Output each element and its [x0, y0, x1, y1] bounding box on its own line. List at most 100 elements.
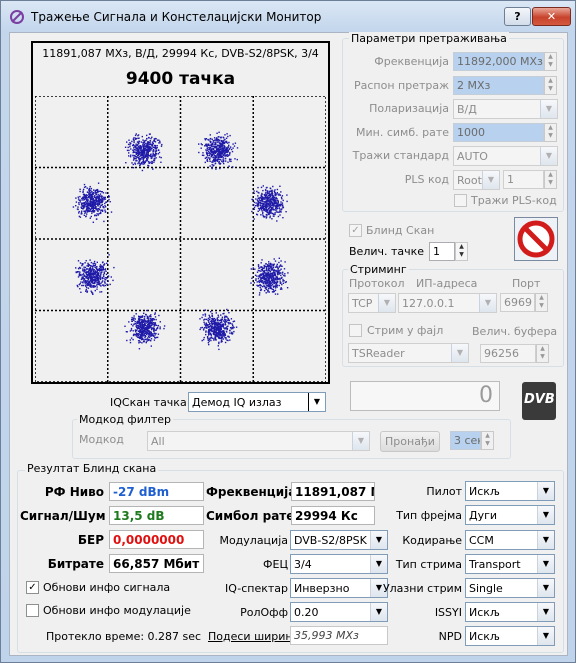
chevron-down-icon: ▼	[537, 506, 554, 524]
point-size-spin[interactable]: ▲ ▼	[455, 242, 468, 261]
frequency-label: Фреквенција	[374, 55, 449, 68]
frame-type-value: Дуги	[469, 509, 498, 522]
help-button[interactable]: ?	[504, 7, 531, 26]
npd-value: Искљ	[469, 630, 500, 643]
frame-type-label: Тип фрејма	[396, 509, 462, 522]
modcod-select[interactable]: All ▼	[147, 431, 370, 451]
result-frequency-value: 11891,087 MXз	[291, 482, 375, 501]
refresh-signal-checkbox[interactable]: ✓	[26, 581, 39, 594]
coding-select[interactable]: CCM ▼	[465, 530, 555, 550]
pilot-value: Искљ	[469, 485, 500, 498]
rf-level-label: РФ Ниво	[44, 485, 104, 499]
iq-scan-label: IQСкан тачка	[110, 396, 187, 409]
stream-to-file-checkbox[interactable]	[349, 324, 362, 337]
snr-value: 13,5 dB	[109, 506, 204, 525]
modcod-value: All	[151, 435, 165, 448]
constellation-plot	[35, 96, 326, 382]
stream-type-value: Transport	[469, 558, 521, 571]
blind-scan-checkbox[interactable]: ✓	[349, 224, 362, 237]
iq-scan-select[interactable]: Демод IQ излаз ▼	[188, 392, 326, 412]
coding-label: Кодирање	[402, 534, 462, 547]
pilot-select[interactable]: Искљ ▼	[465, 481, 555, 501]
buffer-label: Велич. буфера	[472, 325, 558, 338]
result-frequency-label: Фреквенција	[206, 485, 297, 499]
close-button[interactable]: ✕	[532, 7, 571, 26]
min-symrate-spin[interactable]: ▲ ▼	[544, 123, 557, 142]
bitrate-label: Битрате	[47, 557, 104, 571]
pls-code-input[interactable]: 1	[503, 170, 544, 189]
input-stream-select[interactable]: Single ▼	[465, 578, 555, 598]
reader-value: TSReader	[352, 347, 405, 360]
chevron-down-icon: ▼	[479, 294, 496, 312]
title-bar[interactable]: Тражење Сигнала и Констелацијски Монитор…	[1, 1, 575, 31]
ip-select[interactable]: 127.0.0.1 ▼	[398, 293, 497, 313]
frame-type-select[interactable]: Дуги ▼	[465, 505, 555, 525]
refresh-mod-checkbox[interactable]	[26, 604, 39, 617]
chevron-down-icon: ▼	[352, 432, 369, 450]
issyi-value: Искљ	[469, 606, 500, 619]
counter-display: 0	[350, 381, 500, 411]
span-spin[interactable]: ▲ ▼	[544, 76, 557, 95]
stop-button[interactable]	[514, 217, 558, 261]
issyi-select[interactable]: Искљ ▼	[465, 602, 555, 622]
span-input[interactable]: 2 MXз	[453, 76, 544, 95]
refresh-mod-label: Обнови инфо модулације	[43, 604, 191, 617]
counter-value: 0	[479, 383, 493, 408]
app-icon	[10, 10, 24, 24]
frequency-spin[interactable]: ▲ ▼	[544, 52, 557, 71]
buffer-input[interactable]: 96256	[480, 344, 536, 363]
fec-select[interactable]: 3/4 ▼	[290, 554, 388, 574]
iq-spectrum-select[interactable]: Инверзно ▼	[290, 578, 388, 598]
stream-type-label: Тип стрима	[395, 558, 462, 571]
seconds-input[interactable]: 3 сек	[450, 431, 481, 450]
reader-select[interactable]: TSReader ▼	[348, 343, 469, 363]
search-pls-checkbox[interactable]	[454, 194, 467, 207]
min-symrate-input[interactable]: 1000	[453, 123, 544, 142]
modulation-label: Модулација	[219, 534, 288, 547]
port-input[interactable]: 6969	[500, 293, 535, 312]
ber-label: БЕР	[77, 533, 104, 547]
search-pls-label: Тражи PLS-код	[471, 194, 557, 207]
modulation-select[interactable]: DVB-S2/8PSK ▼	[290, 530, 388, 550]
chevron-down-icon: ▼	[537, 579, 554, 597]
chevron-down-icon: ▼	[370, 555, 387, 573]
chevron-down-icon: ▼	[537, 482, 554, 500]
find-button[interactable]: Пронађи	[380, 431, 440, 452]
pls-code-spin[interactable]: ▲ ▼	[544, 170, 557, 189]
search-params-title: Параметри претраживања	[349, 32, 509, 45]
pilot-label: Пилот	[426, 485, 462, 498]
polarization-select[interactable]: В/Д ▼	[453, 99, 558, 119]
rolloff-label: РолОфф	[240, 606, 288, 619]
npd-label: NPD	[438, 630, 462, 643]
snr-label: Сигнал/Шум	[20, 509, 106, 523]
ip-label: ИП-адреса	[416, 277, 478, 290]
protocol-label: Протокол	[349, 277, 405, 290]
issyi-label: ISSYI	[434, 606, 462, 619]
port-spin[interactable]: ▲ ▼	[535, 293, 548, 312]
ip-value: 127.0.0.1	[402, 297, 455, 310]
chevron-down-icon: ▼	[451, 344, 468, 362]
span-label: Распон претраж	[353, 79, 449, 92]
standard-select[interactable]: AUTO ▼	[453, 146, 558, 166]
chevron-down-icon: ▼	[537, 627, 554, 645]
client-area: 11891,087 MXз, В/Д, 29994 Кс, DVB-S2/8PS…	[9, 32, 568, 656]
frequency-input[interactable]: 11892,000 MXз	[453, 52, 544, 71]
pls-mode-select[interactable]: Root ▼	[453, 170, 500, 190]
standard-label: Тражи стандард	[352, 149, 449, 162]
buffer-spin[interactable]: ▲ ▼	[536, 344, 549, 363]
npd-select[interactable]: Искљ ▼	[465, 626, 555, 646]
iq-spectrum-label: IQ-спектар	[225, 582, 288, 595]
result-symrate-value: 29994 Кс	[291, 506, 375, 525]
chevron-down-icon: ▼	[537, 531, 554, 549]
protocol-select[interactable]: TCP ▼	[348, 293, 396, 313]
adjust-width-link[interactable]: Подеси ширину	[208, 630, 299, 643]
rf-level-value: -27 dBm	[109, 482, 204, 501]
stream-type-select[interactable]: Transport ▼	[465, 554, 555, 574]
point-size-input[interactable]: 1	[429, 242, 455, 261]
seconds-spin[interactable]: ▲ ▼	[481, 431, 494, 450]
rolloff-select[interactable]: 0.20 ▼	[290, 602, 388, 622]
protocol-value: TCP	[352, 297, 373, 310]
ber-value: 0,0000000	[109, 530, 204, 549]
modcod-label: Модкод	[79, 433, 124, 446]
point-size-label: Велич. тачке	[349, 245, 425, 258]
